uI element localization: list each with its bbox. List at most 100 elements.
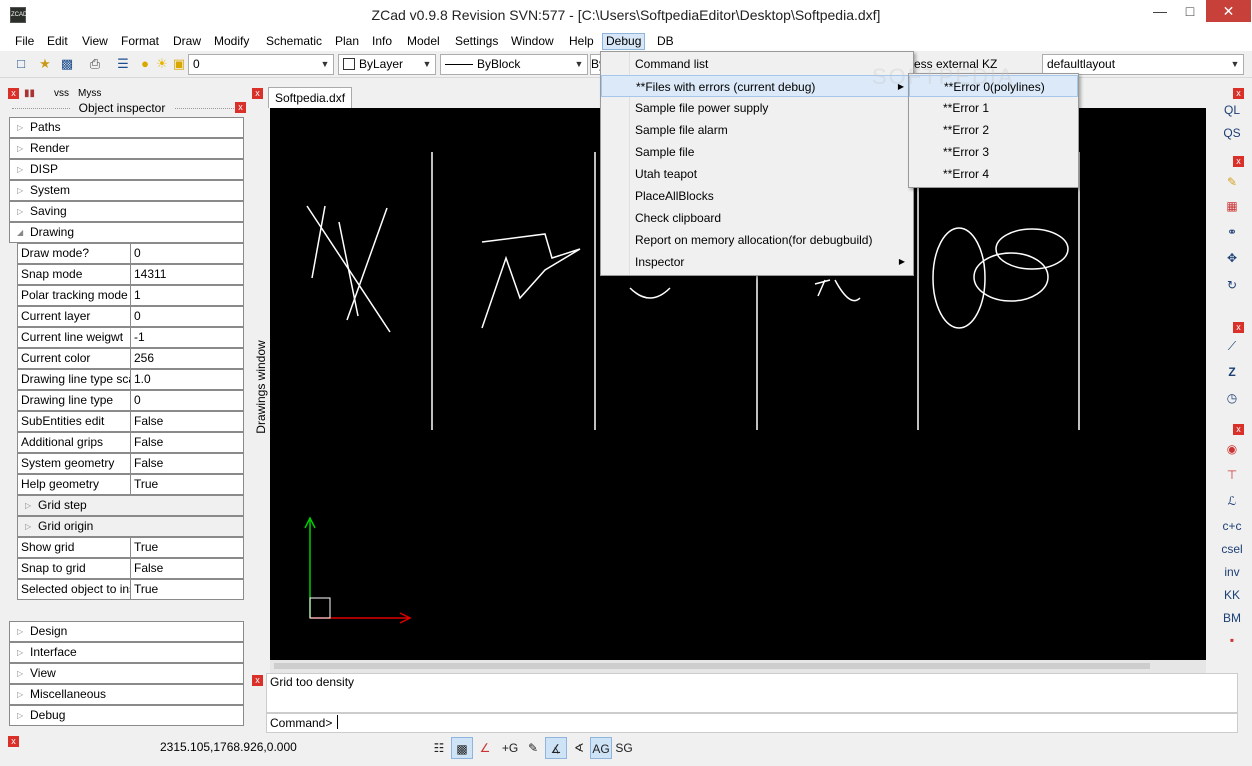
kk-button[interactable]: KK [1218,585,1246,605]
menu-file[interactable]: File [11,33,38,50]
category-design[interactable]: ▷ Design [9,621,244,642]
close-drawings-icon[interactable]: x [252,88,263,99]
qs-button[interactable]: QS [1218,123,1246,143]
layout-combo[interactable]: defaultlayout ▼ [1042,54,1244,75]
property-value[interactable]: 0 [134,244,141,263]
color-combo[interactable]: ByLayer ▼ [338,54,436,75]
menu-item-check-clipboard[interactable]: Check clipboard [601,207,913,229]
subcategory-grid-step[interactable]: ▷ Grid step [17,495,244,516]
close-toolbox-icon[interactable]: x [1233,156,1244,167]
tab-document[interactable]: Softpedia.dxf [268,87,352,108]
property-row[interactable]: Additional grips False [17,432,244,453]
property-value[interactable]: False [134,454,163,473]
panel-toolbar-icon[interactable]: ▮▮ [24,88,35,99]
menu-draw[interactable]: Draw [169,33,205,50]
polar-icon[interactable]: ∠ [474,737,496,759]
horizontal-scrollbar[interactable] [270,660,1206,673]
connector-icon[interactable]: ⊤ [1218,465,1246,485]
menu-modify[interactable]: Modify [210,33,253,50]
category-interface[interactable]: ▷ Interface [9,642,244,663]
menu-item-sample-file[interactable]: Sample file [601,141,913,163]
menu-edit[interactable]: Edit [43,33,72,50]
device-icon[interactable]: ◉ [1218,439,1246,459]
layers-icon[interactable]: ☰ [114,55,132,73]
property-value[interactable]: -1 [134,328,145,347]
close-drawtools-icon[interactable]: x [1233,322,1244,333]
ag-toggle[interactable]: AG [590,737,612,759]
menu-debug[interactable]: Debug [602,33,646,50]
submenu-item-error-1[interactable]: **Error 1 [909,97,1078,119]
menu-item-alarm[interactable]: Sample file alarm [601,119,913,141]
menu-item-power-supply[interactable]: Sample file power supply [601,97,913,119]
property-value[interactable]: True [134,538,158,557]
property-value[interactable]: 14311 [134,265,166,284]
property-row[interactable]: Current layer 0 [17,306,244,327]
menu-item-command-list[interactable]: Command list [601,53,913,75]
ql-button[interactable]: QL [1218,100,1246,120]
menu-info[interactable]: Info [368,33,396,50]
copy-clip-button[interactable]: c+c [1218,516,1246,536]
menu-item-place-all-blocks[interactable]: PlaceAllBlocks [601,185,913,207]
menu-plan[interactable]: Plan [331,33,363,50]
submenu-item-error-2[interactable]: **Error 2 [909,119,1078,141]
copy-icon[interactable]: ⚭ [1218,222,1246,242]
layer-combo[interactable]: 0 ▼ [188,54,334,75]
property-value[interactable]: False [134,412,163,431]
menu-settings[interactable]: Settings [451,33,502,50]
rotate-icon[interactable]: ↻ [1218,275,1246,295]
subcategory-grid-origin[interactable]: ▷ Grid origin [17,516,244,537]
property-row[interactable]: Snap to grid False [17,558,244,579]
close-elec-icon[interactable]: x [1233,424,1244,435]
menu-db[interactable]: DB [653,33,678,50]
category-saving[interactable]: ▷ Saving [9,201,244,222]
lineweight-icon[interactable]: ✎ [522,737,544,759]
menu-view[interactable]: View [78,33,112,50]
property-row[interactable]: Selected object to ins True [17,579,244,600]
cable-icon[interactable]: ℒ [1218,491,1246,511]
category-system[interactable]: ▷ System [9,180,244,201]
category-disp[interactable]: ▷ DISP [9,159,244,180]
menu-item-inspector[interactable]: Inspector ▶ [601,251,913,273]
category-view[interactable]: ▷ View [9,663,244,684]
close-command-icon[interactable]: x [252,675,263,686]
property-value[interactable]: 0 [134,391,141,410]
property-row[interactable]: Current color 256 [17,348,244,369]
drawings-window-tab[interactable]: Drawings window [243,330,273,450]
bulb-icon[interactable]: ● [136,55,154,73]
property-value[interactable]: 256 [134,349,154,368]
property-row[interactable]: Help geometry True [17,474,244,495]
category-debug[interactable]: ▷ Debug [9,705,244,726]
submenu-item-error-3[interactable]: **Error 3 [909,141,1078,163]
sg-toggle[interactable]: SG [613,737,635,759]
polyline-icon[interactable]: Z [1218,362,1246,382]
command-input[interactable] [266,713,1238,733]
property-row[interactable]: Drawing line type 0 [17,390,244,411]
property-row[interactable]: Current line weigwt -1 [17,327,244,348]
property-value[interactable]: 1 [134,286,141,305]
property-value[interactable]: False [134,433,163,452]
menu-model[interactable]: Model [403,33,444,50]
maximize-button[interactable]: □ [1175,0,1205,22]
property-value[interactable]: False [134,559,163,578]
menu-window[interactable]: Window [507,33,558,50]
close-inspector-icon[interactable]: x [235,102,246,113]
property-value[interactable]: 0 [134,307,141,326]
pencil-icon[interactable]: ✎ [1218,172,1246,192]
line-icon[interactable]: ⟋ [1218,336,1246,356]
print-icon[interactable]: ⎙ [86,55,104,73]
property-row[interactable]: Show grid True [17,537,244,558]
category-miscellaneous[interactable]: ▷ Miscellaneous [9,684,244,705]
scroll-thumb[interactable] [274,663,1150,669]
close-panel-icon[interactable]: x [8,88,19,99]
open-file-icon[interactable]: ★ [36,55,54,73]
property-value[interactable]: True [134,475,158,494]
ortho-icon[interactable]: ☷ [428,737,450,759]
snap-icon[interactable]: ∡ [545,737,567,759]
menu-format[interactable]: Format [117,33,163,50]
property-value[interactable]: True [134,580,158,599]
minimize-button[interactable]: — [1145,0,1175,22]
menu-schematic[interactable]: Schematic [262,33,326,50]
inv-button[interactable]: inv [1218,562,1246,582]
lock-icon[interactable]: ▣ [170,55,188,73]
close-tools-icon[interactable]: x [1233,88,1244,99]
